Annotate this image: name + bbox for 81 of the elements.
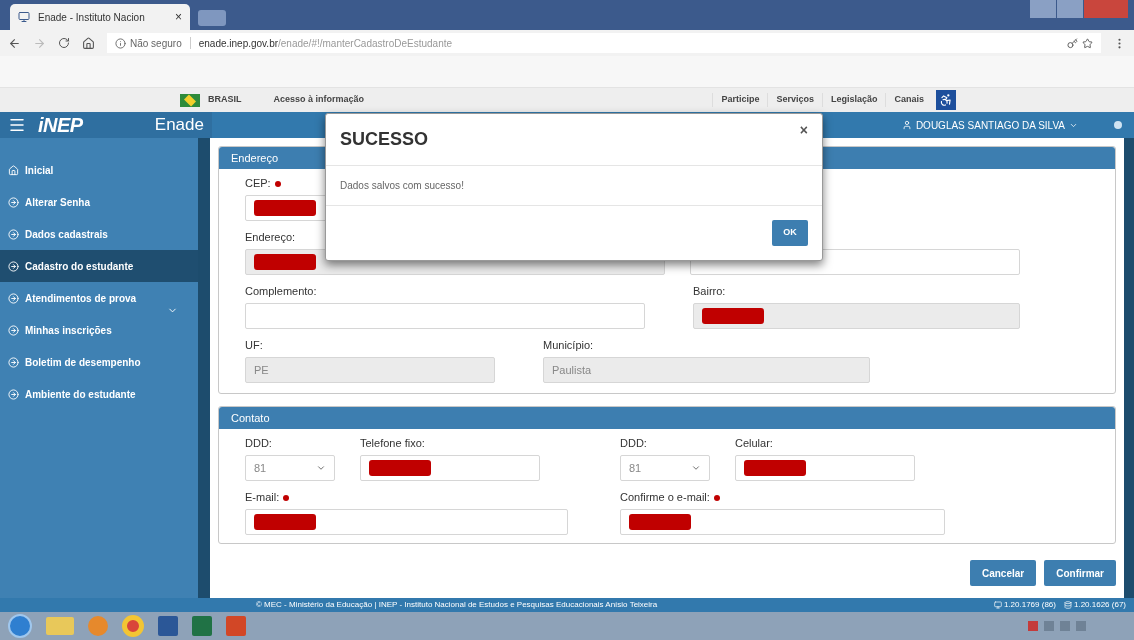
dialog-title: SUCESSO — [340, 128, 430, 151]
gov-link[interactable]: Legislação — [821, 93, 886, 107]
redaction-bar — [744, 460, 806, 476]
caret-icon — [316, 463, 326, 473]
user-menu[interactable]: DOUGLAS SANTIAGO DA SILVA — [915, 117, 1065, 133]
home-icon — [8, 164, 19, 176]
field-label: UF: — [245, 338, 263, 353]
close-tab-button[interactable]: × — [175, 8, 182, 26]
sidebar-item[interactable]: Cadastro do estudante — [0, 250, 198, 282]
start-icon[interactable] — [8, 614, 32, 638]
forward-icon[interactable] — [33, 36, 46, 50]
reload-icon[interactable] — [58, 37, 70, 49]
status-icon — [1114, 121, 1122, 129]
action-button[interactable]: Confirmar — [1044, 560, 1116, 586]
access-link[interactable]: Acesso à informação — [273, 93, 365, 107]
sidebar-item[interactable]: Alterar Senha — [0, 186, 198, 218]
field-label: Complemento: — [245, 284, 317, 299]
field-label: Município: — [543, 338, 594, 353]
action-button[interactable]: Cancelar — [969, 560, 1037, 586]
window-controls-drawing[interactable] — [1030, 0, 1128, 18]
field-label: Bairro: — [693, 284, 726, 299]
tray-icons-drawing[interactable] — [1028, 621, 1086, 631]
select-field[interactable]: 81 — [620, 455, 710, 481]
panel-title: Endereço — [231, 150, 279, 166]
sidebar-item[interactable]: Atendimentos de prova — [0, 282, 198, 314]
star-icon[interactable] — [1082, 37, 1093, 49]
gov-link[interactable]: Canais — [885, 93, 932, 107]
footer-text: © MEC - Ministério da Educação | INEP - Instituto Nacional de Estudos e Pesquisas Educacionais Anísio Teixeira — [256, 599, 658, 611]
sidebar-item[interactable]: Ambiente do estudante — [0, 378, 198, 410]
security-label: Não seguro — [130, 36, 182, 51]
sidebar-item[interactable]: Boletim de desempenho — [0, 346, 198, 378]
redaction-bar — [254, 514, 316, 530]
redaction-bar — [254, 200, 316, 216]
redaction-bar — [369, 460, 431, 476]
field-label: Celular: — [735, 436, 773, 451]
select-field[interactable]: 81 — [245, 455, 335, 481]
user-icon — [901, 120, 912, 130]
app-title: Enade — [154, 114, 204, 137]
version-text: 1.20.1769 (86) — [1003, 599, 1056, 611]
key-icon[interactable] — [1067, 37, 1078, 49]
input-field[interactable] — [245, 303, 645, 329]
redaction-bar — [254, 254, 316, 270]
input-field[interactable] — [620, 509, 945, 535]
version-text: 1.20.1626 (67) — [1073, 599, 1126, 611]
flag-icon — [180, 93, 200, 107]
redaction-bar — [629, 514, 691, 530]
field-label: Telefone fixo: — [360, 436, 425, 451]
gov-link[interactable]: Serviços — [767, 93, 822, 107]
input-field[interactable] — [245, 509, 568, 535]
input-field[interactable] — [360, 455, 540, 481]
gov-link[interactable]: Participe — [712, 93, 768, 107]
browser-icon[interactable] — [122, 615, 144, 637]
field-label: Confirme o e-mail: — [620, 489, 720, 505]
sidebar-item[interactable]: Dados cadastrais — [0, 218, 198, 250]
input-field[interactable] — [735, 455, 915, 481]
field-label: DDD: — [245, 436, 272, 451]
database-icon — [1063, 601, 1072, 609]
menu-icon[interactable] — [8, 116, 26, 134]
ok-button[interactable]: OK — [772, 220, 808, 246]
back-icon[interactable] — [8, 36, 21, 50]
panel-title: Contato — [231, 410, 270, 426]
monitor-icon — [993, 601, 1002, 609]
sidebar-item[interactable]: Inicial — [0, 154, 198, 186]
field-label: CEP: — [245, 175, 281, 191]
site-icon — [18, 11, 30, 23]
url-text: enade.inep.gov.br/enade/#!/manterCadastroDeEstudante — [198, 36, 453, 51]
field-label: Endereço: — [245, 230, 296, 245]
info-icon — [115, 37, 126, 49]
address-bar[interactable]: Não seguro enade.inep.gov.br/enade/#!/manterCadastroDeEstudante — [107, 33, 1101, 53]
country-link[interactable]: BRASIL — [208, 93, 242, 107]
accessibility-icon[interactable] — [936, 90, 956, 110]
field-label: DDD: — [620, 436, 647, 451]
browser-tab[interactable]: Enade - Instituto Nacion × — [10, 4, 190, 30]
dialog-message: Dados salvos com sucesso! — [340, 179, 464, 193]
sidebar-item[interactable]: Minhas inscrições — [0, 314, 198, 346]
redaction-bar — [702, 308, 764, 324]
caret-icon — [691, 463, 701, 473]
logo: iNEP — [38, 113, 83, 138]
home-icon[interactable] — [82, 36, 95, 50]
field-label: E-mail: — [245, 489, 290, 505]
close-button[interactable]: × — [799, 120, 808, 141]
